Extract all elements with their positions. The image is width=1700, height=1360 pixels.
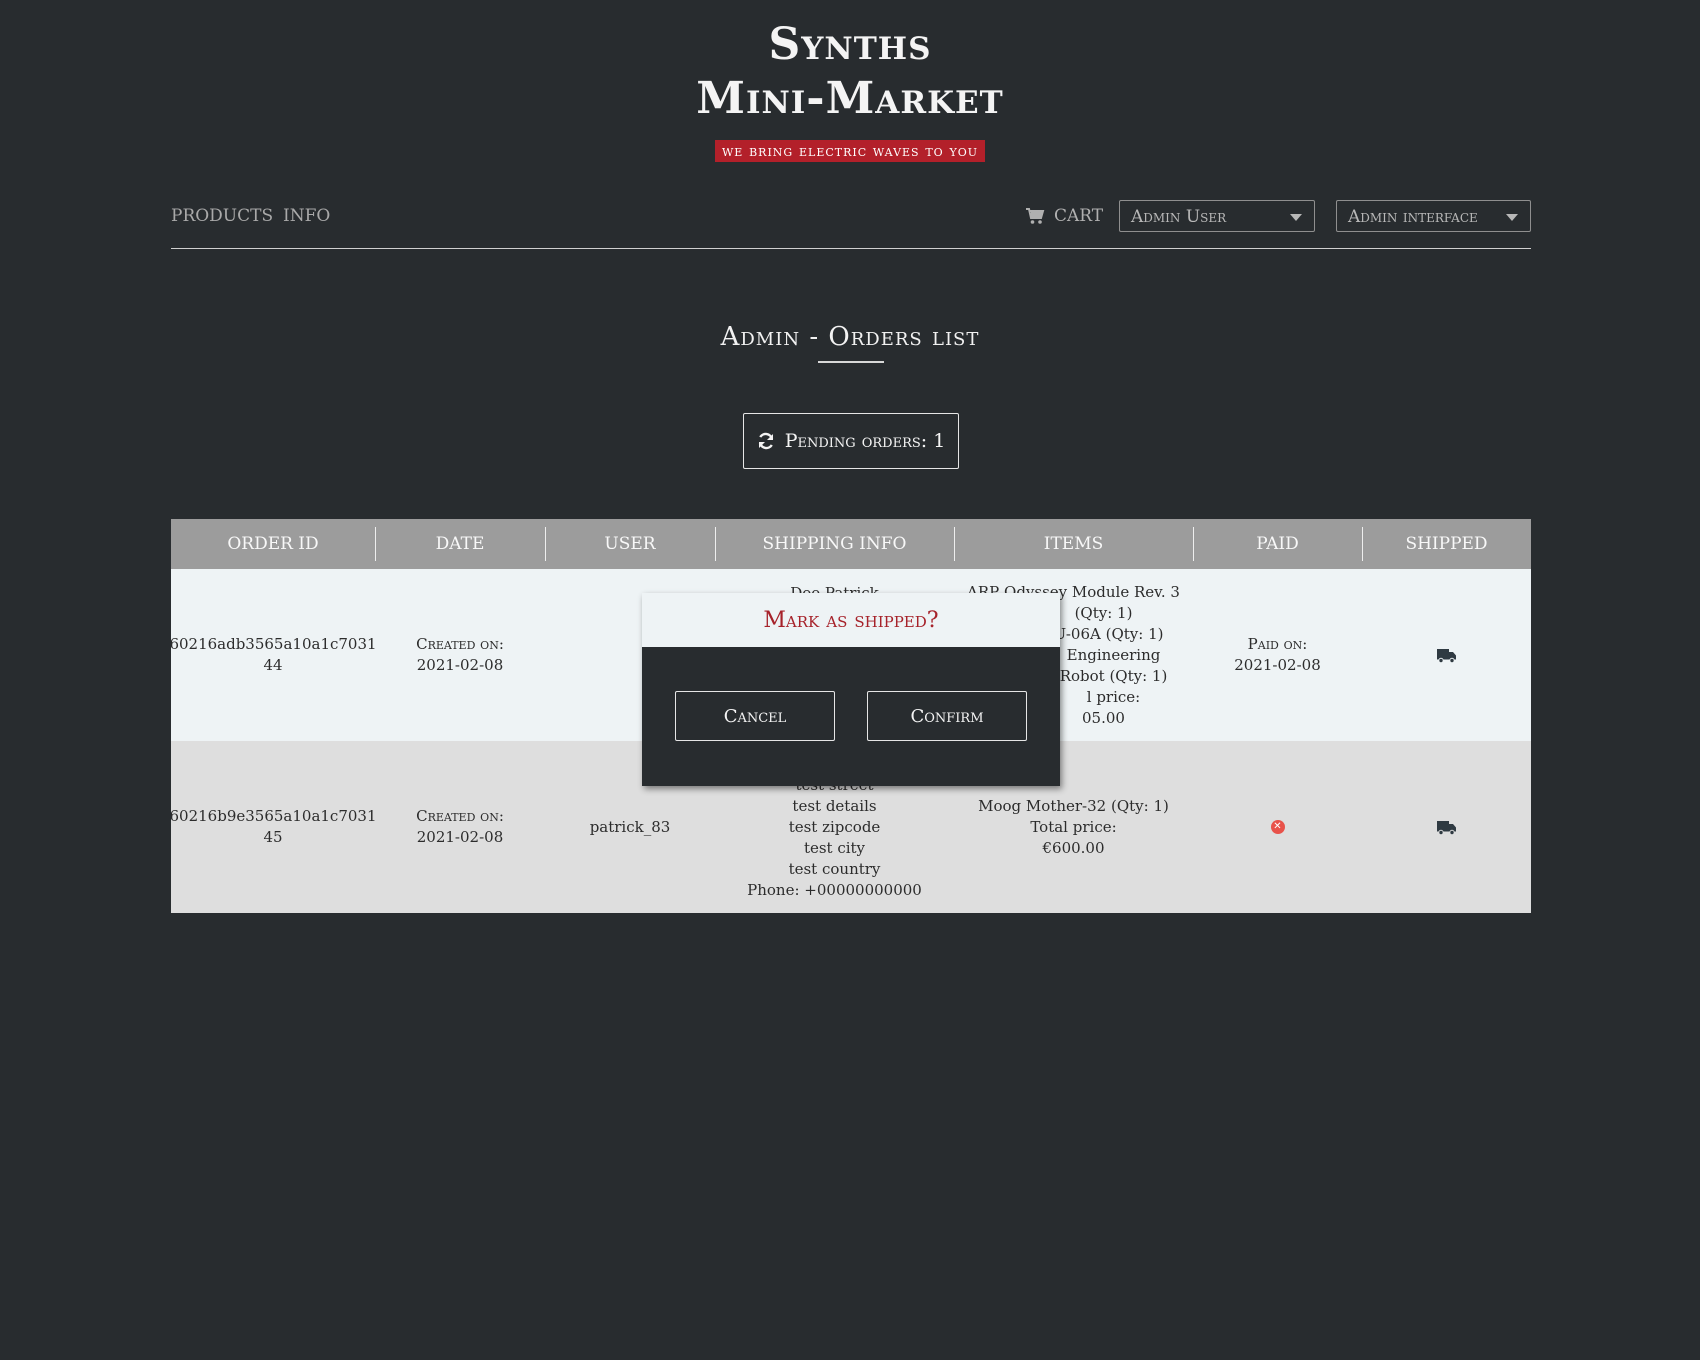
brand: Synths Mini-Market we bring electric wav… bbox=[0, 18, 1700, 162]
order-id-cell: 60216b9e3565a10a1c7031 45 bbox=[171, 741, 375, 913]
date-cell: Created on: 2021-02-08 bbox=[375, 741, 545, 913]
truck-icon[interactable] bbox=[1436, 820, 1457, 835]
title-underline bbox=[818, 361, 884, 363]
cancel-button[interactable]: Cancel bbox=[675, 691, 835, 741]
refresh-icon bbox=[758, 432, 773, 450]
item-line: €600.00 bbox=[1042, 838, 1105, 857]
date-label: Created on: bbox=[416, 635, 504, 653]
cart-icon bbox=[1026, 207, 1045, 224]
user-value: patrick_83 bbox=[589, 817, 671, 836]
item-line: Total price: bbox=[1030, 817, 1117, 836]
nav-products-link[interactable]: PRODUCTS bbox=[171, 206, 273, 226]
admin-select-value: Admin interface bbox=[1348, 207, 1478, 227]
item-line: Moog Mother-32 (Qty: 1) bbox=[978, 796, 1169, 815]
shipping-line: test city bbox=[803, 839, 866, 857]
header-date: DATE bbox=[375, 519, 545, 569]
chevron-down-icon bbox=[1506, 214, 1518, 221]
order-id-part2: 44 bbox=[263, 656, 283, 674]
x-circle-icon: ✕ bbox=[1270, 820, 1285, 834]
cart-label: CART bbox=[1054, 206, 1104, 226]
date-value: 2021-02-08 bbox=[416, 828, 504, 846]
header-order-id: ORDER ID bbox=[227, 534, 319, 554]
brand-title-line1: Synths bbox=[768, 19, 932, 70]
pending-orders-label: Pending orders: 1 bbox=[784, 430, 946, 452]
nav-info-link[interactable]: INFO bbox=[283, 206, 330, 226]
paid-cell: ✕ bbox=[1193, 741, 1362, 913]
paid-date: 2021-02-08 bbox=[1234, 656, 1321, 674]
date-label: Created on: bbox=[416, 807, 504, 825]
confirm-button[interactable]: Confirm bbox=[867, 691, 1027, 741]
order-id-cell: 60216adb3565a10a1c7031 44 bbox=[171, 569, 375, 741]
header-paid: PAID bbox=[1193, 519, 1362, 569]
tagline: we bring electric waves to you bbox=[714, 140, 986, 162]
pending-orders-button[interactable]: Pending orders: 1 bbox=[743, 413, 959, 469]
paid-cell: Paid on: 2021-02-08 bbox=[1193, 569, 1362, 741]
chevron-down-icon bbox=[1290, 214, 1302, 221]
cart-link[interactable]: CART bbox=[1026, 206, 1103, 226]
paid-label: Paid on: bbox=[1247, 635, 1308, 653]
header-shipped: SHIPPED bbox=[1362, 519, 1531, 569]
order-id-part1: 60216adb3565a10a1c7031 bbox=[171, 635, 375, 653]
user-select[interactable]: Admin User bbox=[1119, 200, 1315, 232]
header-items: ITEMS bbox=[954, 519, 1193, 569]
header-shipping-info: SHIPPING INFO bbox=[715, 519, 954, 569]
shipped-cell bbox=[1362, 741, 1531, 913]
date-cell: Created on: 2021-02-08 bbox=[375, 569, 545, 741]
shipping-line: test country bbox=[788, 860, 881, 878]
order-id-part1: 60216b9e3565a10a1c7031 bbox=[171, 807, 375, 825]
dialog-body: Cancel Confirm bbox=[642, 647, 1060, 786]
mark-shipped-dialog: Mark as shipped? Cancel Confirm bbox=[642, 593, 1060, 786]
user-select-value: Admin User bbox=[1131, 207, 1227, 227]
shipping-line: test zipcode bbox=[788, 818, 881, 836]
shipped-cell bbox=[1362, 569, 1531, 741]
admin-interface-select[interactable]: Admin interface bbox=[1336, 200, 1531, 232]
date-value: 2021-02-08 bbox=[416, 656, 504, 674]
shipping-line: Phone: +00000000000 bbox=[747, 881, 922, 899]
shipping-line: test details bbox=[792, 797, 877, 815]
dialog-title: Mark as shipped? bbox=[642, 593, 1060, 647]
truck-icon[interactable] bbox=[1436, 648, 1457, 663]
page-title: Admin - Orders list bbox=[720, 322, 980, 352]
header-user: USER bbox=[545, 519, 715, 569]
top-nav: PRODUCTS INFO CART Admin User Admin inte… bbox=[171, 200, 1531, 249]
brand-title-line2: Mini-Market bbox=[696, 73, 1004, 124]
order-id-part2: 45 bbox=[263, 828, 283, 846]
table-header: ORDER ID DATE USER SHIPPING INFO ITEMS P… bbox=[171, 519, 1531, 569]
